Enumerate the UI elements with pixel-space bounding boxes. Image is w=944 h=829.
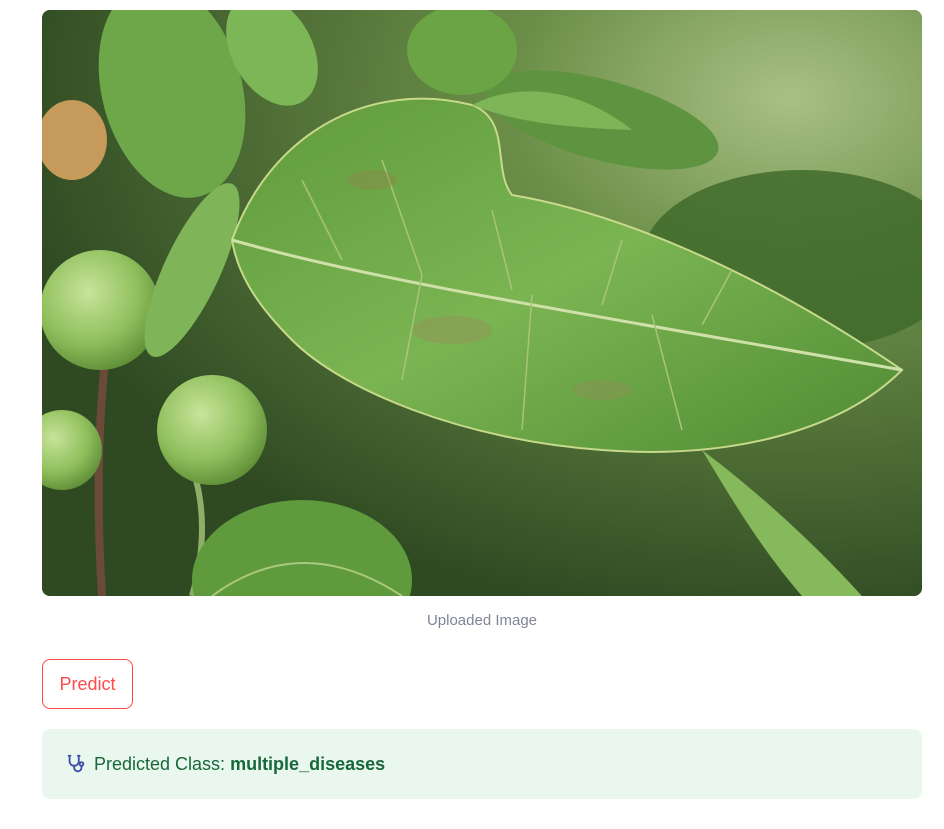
leaf-photo [42,10,922,596]
image-caption: Uploaded Image [426,612,538,629]
predict-button[interactable]: Predict [42,659,133,709]
uploaded-image [42,10,922,596]
prediction-alert: Predicted Class: multiple_diseases [42,729,922,799]
prediction-value: multiple_diseases [230,753,386,774]
prediction-label: Predicted Class: [94,753,231,774]
main-content: Uploaded Image Predict Predicted Class: … [42,10,922,799]
stethoscope-icon [64,752,88,776]
